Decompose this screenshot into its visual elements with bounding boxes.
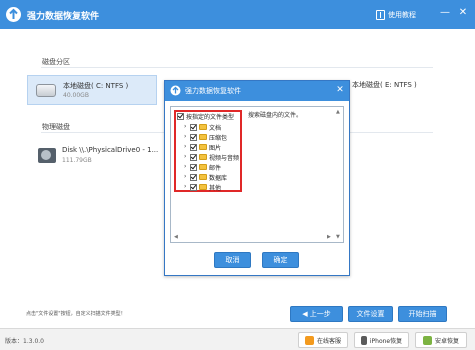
dialog-close-button[interactable]: ✕ [334, 84, 346, 96]
partitions-section-label: 磁盘分区 [42, 58, 70, 66]
file-type-dialog: 强力数据恢复软件 ✕ 按指定的文件类型 搜索磁盘内的文件。 › 文档 › 压缩包… [164, 80, 350, 276]
checkbox-checked-icon[interactable] [190, 153, 197, 161]
folder-icon [199, 164, 207, 170]
scroll-right-arrow-icon[interactable]: ▶ [327, 234, 331, 240]
checkbox-checked-icon[interactable] [190, 143, 197, 151]
iphone-recovery-button[interactable]: iPhone恢复 [354, 332, 409, 348]
partition-item-e[interactable]: 本地磁盘( E: NTFS ) [352, 76, 442, 104]
folder-icon [199, 124, 207, 130]
local-disk-icon [36, 84, 56, 97]
partition-name: 本地磁盘( E: NTFS ) [352, 81, 417, 89]
tree-item-other[interactable]: › 其他 [184, 183, 222, 192]
minimize-button[interactable]: — [438, 6, 452, 20]
checkbox-checked-icon[interactable] [190, 163, 197, 171]
dialog-ok-button[interactable]: 确定 [262, 252, 299, 268]
tree-item-label: 数据库 [209, 174, 228, 182]
tree-item-label: 图片 [209, 144, 222, 152]
tree-item-label: 文档 [209, 124, 222, 132]
folder-icon [199, 134, 207, 140]
book-icon [376, 10, 385, 20]
android-recovery-button[interactable]: 安卓恢复 [415, 332, 467, 348]
hint-text: 点击"文件设置"按钮，自定义扫描文件类型！ [26, 311, 126, 317]
file-settings-button[interactable]: 文件设置 [348, 306, 393, 322]
partition-size: 40.00GB [63, 92, 89, 99]
folder-icon [199, 174, 207, 180]
physical-disk-name: Disk \\.\PhysicalDrive0 - 1... [62, 146, 159, 154]
iphone-icon [360, 335, 367, 345]
app-logo-icon [6, 7, 21, 22]
tree-item-images[interactable]: › 图片 [184, 143, 222, 152]
tree-root[interactable]: 按指定的文件类型 [177, 112, 235, 121]
section-divider [41, 67, 433, 68]
tree-item-label: 压缩包 [209, 134, 228, 142]
tree-item-database[interactable]: › 数据库 [184, 173, 228, 182]
hard-drive-icon [38, 148, 56, 163]
tree-item-label: 其他 [209, 184, 222, 192]
previous-step-button[interactable]: ◀ 上一步 [290, 306, 343, 322]
partition-item-c[interactable]: 本地磁盘( C: NTFS ) 40.00GB [27, 75, 157, 105]
online-support-label: 在线客服 [316, 337, 341, 345]
app-title: 强力数据恢复软件 [27, 12, 100, 22]
dialog-cancel-button[interactable]: 取消 [214, 252, 251, 268]
tree-item-video-audio[interactable]: › 视频与音频 [184, 153, 240, 162]
file-type-tree[interactable]: 按指定的文件类型 搜索磁盘内的文件。 › 文档 › 压缩包 › 图片 › 视频与… [170, 106, 344, 243]
previous-step-label: 上一步 [309, 310, 331, 318]
dialog-title: 强力数据恢复软件 [185, 87, 241, 95]
close-button[interactable]: ✕ [456, 6, 470, 20]
scroll-up-arrow-icon[interactable]: ▲ [336, 109, 340, 115]
help-tutorial-link[interactable]: 使用教程 [376, 9, 416, 21]
tree-item-archives[interactable]: › 压缩包 [184, 133, 228, 142]
scroll-down-arrow-icon[interactable]: ▼ [336, 234, 340, 240]
physical-disk-item[interactable]: Disk \\.\PhysicalDrive0 - 1... 111.79GB [27, 140, 159, 170]
tree-item-label: 邮件 [209, 164, 222, 172]
left-arrow-icon: ◀ [302, 310, 310, 318]
partition-name: 本地磁盘( C: NTFS ) [63, 82, 129, 90]
iphone-recovery-label: iPhone恢复 [369, 337, 403, 345]
tree-item-email[interactable]: › 邮件 [184, 163, 222, 172]
folder-icon [199, 154, 207, 160]
tree-item-label: 视频与音频 [209, 154, 240, 162]
scroll-left-arrow-icon[interactable]: ◀ [174, 234, 178, 240]
dialog-title-bar: 强力数据恢复软件 ✕ [165, 81, 349, 101]
chat-icon [304, 335, 314, 345]
android-recovery-label: 安卓恢复 [434, 337, 459, 345]
folder-icon [199, 184, 207, 190]
android-icon [422, 335, 432, 345]
checkbox-checked-icon[interactable] [177, 112, 184, 120]
checkbox-checked-icon[interactable] [190, 123, 197, 131]
title-bar: 强力数据恢复软件 使用教程 — ✕ [0, 0, 475, 29]
checkbox-checked-icon[interactable] [190, 133, 197, 141]
physical-disks-section-label: 物理磁盘 [42, 123, 70, 131]
tree-root-description: 搜索磁盘内的文件。 [248, 112, 303, 119]
physical-disk-size: 111.79GB [62, 157, 92, 164]
version-label: 版本：1.3.0.0 [5, 338, 44, 345]
checkbox-checked-icon[interactable] [190, 183, 197, 191]
checkbox-checked-icon[interactable] [190, 173, 197, 181]
start-scan-button[interactable]: 开始扫描 [398, 306, 447, 322]
help-tutorial-label: 使用教程 [388, 11, 416, 19]
tree-root-label: 按指定的文件类型 [186, 113, 235, 121]
online-support-button[interactable]: 在线客服 [298, 332, 348, 348]
app-logo-icon [170, 85, 181, 96]
tree-item-documents[interactable]: › 文档 [184, 123, 222, 132]
status-bar: 版本：1.3.0.0 在线客服 iPhone恢复 安卓恢复 [0, 328, 475, 350]
folder-icon [199, 144, 207, 150]
